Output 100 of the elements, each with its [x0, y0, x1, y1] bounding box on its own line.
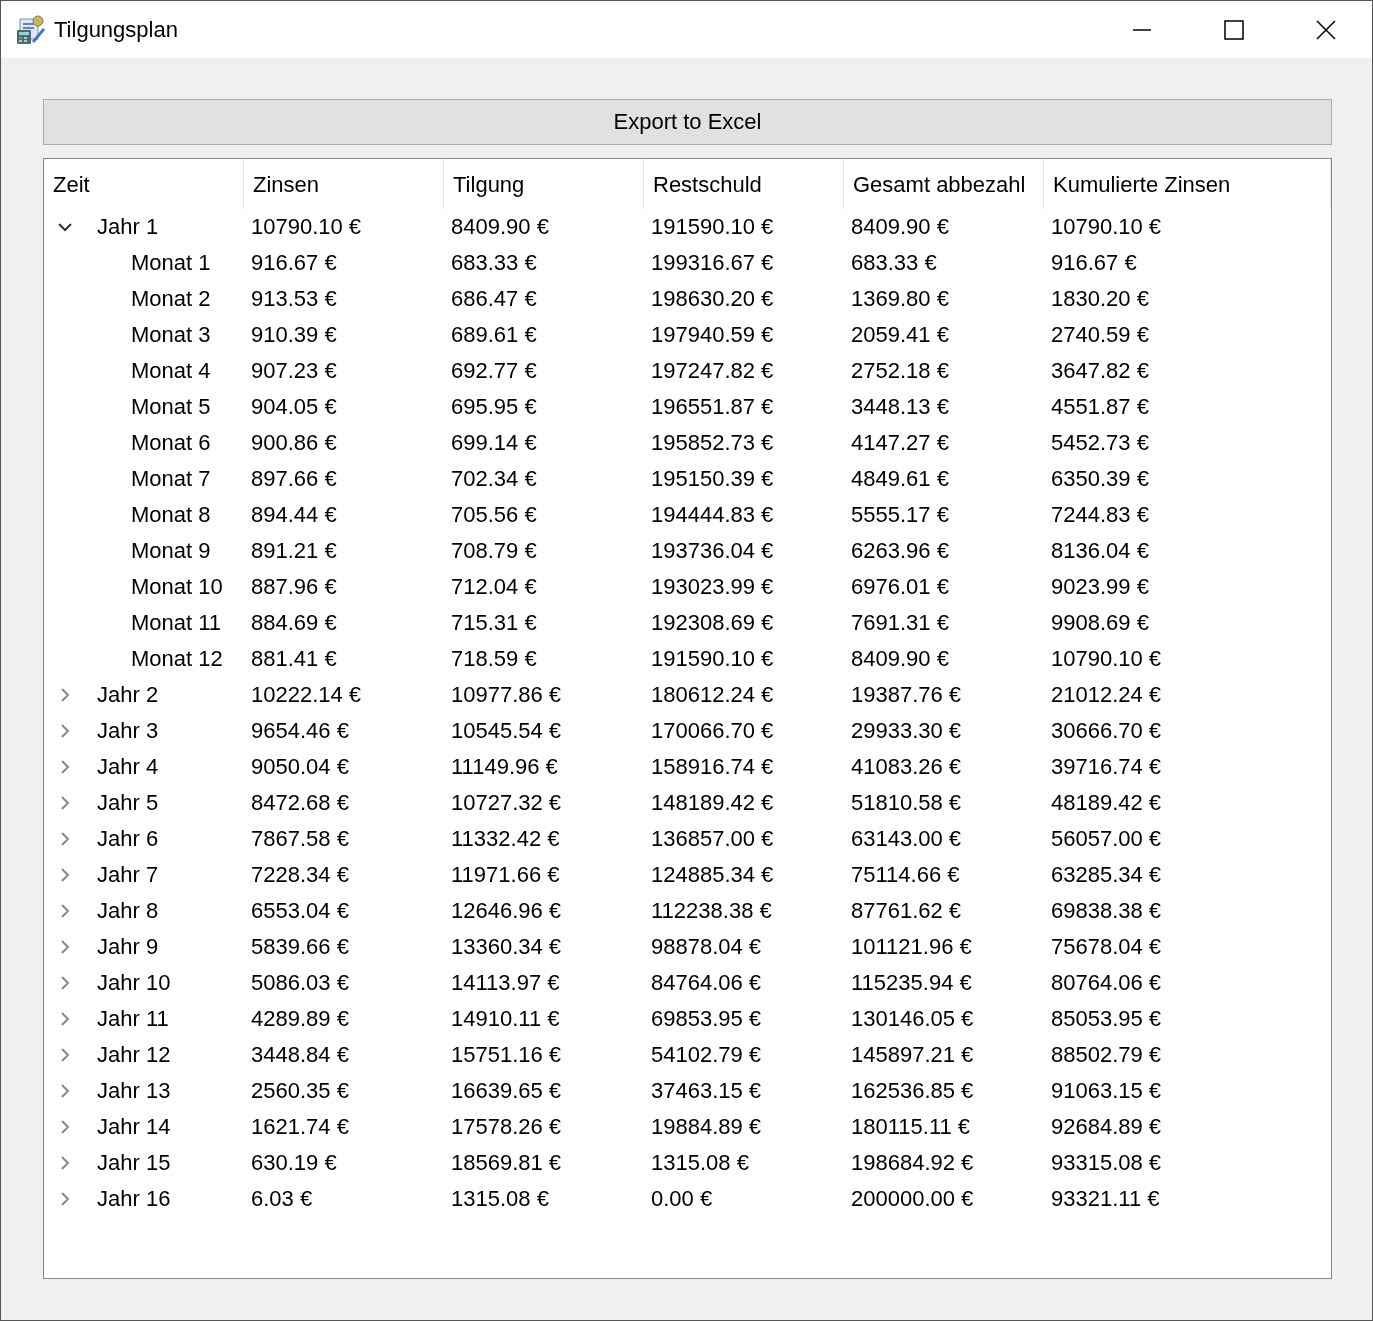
table-cell: 148189.42 € [651, 790, 774, 815]
collapse-chevron-icon[interactable] [58, 220, 72, 234]
year-label: Jahr 5 [97, 790, 159, 816]
column-header[interactable]: Zeit [44, 159, 244, 209]
table-cell: 4849.61 € [851, 466, 949, 491]
expand-chevron-icon[interactable] [58, 940, 72, 954]
table-cell: 158916.74 € [651, 754, 774, 779]
year-label: Jahr 3 [97, 718, 159, 744]
table-cell: 19387.76 € [851, 682, 962, 707]
table-cell: 14113.97 € [451, 970, 560, 995]
table-cell: 1369.80 € [851, 286, 949, 311]
table-cell: 887.96 € [251, 574, 337, 599]
table-cell: 8409.90 € [451, 214, 549, 239]
expand-chevron-icon[interactable] [58, 796, 72, 810]
table-cell: 14910.11 € [451, 1006, 560, 1031]
table-cell: 1315.08 € [651, 1150, 749, 1175]
table-cell: 199316.67 € [651, 250, 774, 275]
table-cell: 904.05 € [251, 394, 337, 419]
table-cell: 683.33 € [451, 250, 537, 275]
expand-chevron-icon[interactable] [58, 904, 72, 918]
year-label: Jahr 16 [97, 1186, 171, 1212]
table-cell: 5452.73 € [1051, 430, 1149, 455]
table-cell: 5839.66 € [251, 934, 349, 959]
table-cell: 5555.17 € [851, 502, 949, 527]
month-label: Monat 7 [131, 466, 211, 492]
expand-chevron-icon[interactable] [58, 868, 72, 882]
table-cell: 6350.39 € [1051, 466, 1149, 491]
table-cell: 180115.11 € [851, 1114, 971, 1139]
table-cell: 692.77 € [451, 358, 537, 383]
column-header[interactable]: Zinsen [244, 159, 444, 209]
table-cell: 10790.10 € [251, 214, 362, 239]
table-cell: 41083.26 € [851, 754, 962, 779]
year-label: Jahr 8 [97, 898, 159, 924]
month-label: Monat 10 [131, 574, 223, 600]
expand-chevron-icon[interactable] [58, 976, 72, 990]
expand-chevron-icon[interactable] [58, 1084, 72, 1098]
table-cell: 197247.82 € [651, 358, 774, 383]
table-cell: 145897.21 € [851, 1042, 974, 1067]
table-cell: 8472.68 € [251, 790, 349, 815]
table-cell: 194444.83 € [651, 502, 774, 527]
table-cell: 88502.79 € [1051, 1042, 1162, 1067]
expand-chevron-icon[interactable] [58, 1192, 72, 1206]
column-header[interactable]: Gesamt abbezahl [844, 159, 1044, 209]
expand-chevron-icon[interactable] [58, 760, 72, 774]
table-cell: 180612.24 € [651, 682, 774, 707]
table-cell: 9023.99 € [1051, 574, 1149, 599]
table-cell: 16639.65 € [451, 1078, 562, 1103]
table-cell: 80764.06 € [1051, 970, 1162, 995]
table-cell: 689.61 € [451, 322, 537, 347]
table-cell: 162536.85 € [851, 1078, 974, 1103]
expand-chevron-icon[interactable] [58, 724, 72, 738]
table-cell: 8409.90 € [851, 646, 949, 671]
calculator-document-icon [16, 14, 46, 45]
table-cell: 2752.18 € [851, 358, 949, 383]
expand-chevron-icon[interactable] [58, 1156, 72, 1170]
table-cell: 1315.08 € [451, 1186, 549, 1211]
month-label: Monat 9 [131, 538, 211, 564]
expand-chevron-icon[interactable] [58, 1048, 72, 1062]
month-label: Monat 2 [131, 286, 211, 312]
maximize-icon [1224, 19, 1244, 40]
table-cell: 197940.59 € [651, 322, 774, 347]
expand-chevron-icon[interactable] [58, 832, 72, 846]
table-cell: 2740.59 € [1051, 322, 1149, 347]
table-cell: 2560.35 € [251, 1078, 349, 1103]
table-cell: 191590.10 € [651, 646, 774, 671]
table-cell: 19884.89 € [651, 1114, 762, 1139]
table-cell: 196551.87 € [651, 394, 774, 419]
table-cell: 3448.13 € [851, 394, 949, 419]
table-cell: 191590.10 € [651, 214, 774, 239]
column-header[interactable]: Kumulierte Zinsen [1044, 159, 1331, 209]
expand-chevron-icon[interactable] [58, 1012, 72, 1026]
table-cell: 12646.96 € [451, 898, 562, 923]
month-label: Monat 1 [131, 250, 211, 276]
table-cell: 916.67 € [1051, 250, 1137, 275]
expand-chevron-icon[interactable] [58, 688, 72, 702]
table-cell: 198630.20 € [651, 286, 774, 311]
table-cell: 195852.73 € [651, 430, 774, 455]
table-cell: 85053.95 € [1051, 1006, 1162, 1031]
table-cell: 881.41 € [251, 646, 337, 671]
table-cell: 87761.62 € [851, 898, 962, 923]
table-cell: 101121.96 € [851, 934, 972, 959]
table-cell: 11149.96 € [451, 754, 558, 779]
table-cell: 10222.14 € [251, 682, 362, 707]
table-cell: 7867.58 € [251, 826, 349, 851]
export-button[interactable]: Export to Excel [43, 99, 1332, 145]
table-cell: 718.59 € [451, 646, 537, 671]
table-cell: 8136.04 € [1051, 538, 1149, 563]
table-cell: 1830.20 € [1051, 286, 1149, 311]
window-title: Tilgungsplan [54, 16, 178, 43]
close-icon [1316, 19, 1336, 40]
table-cell: 10790.10 € [1051, 214, 1162, 239]
year-label: Jahr 6 [97, 826, 159, 852]
table-cell: 10727.32 € [451, 790, 562, 815]
expand-chevron-icon[interactable] [58, 1120, 72, 1134]
year-label: Jahr 1 [97, 214, 159, 240]
table-cell: 21012.24 € [1051, 682, 1162, 707]
column-header[interactable]: Restschuld [644, 159, 844, 209]
column-header[interactable]: Tilgung [444, 159, 644, 209]
table-cell: 17578.26 € [451, 1114, 562, 1139]
month-label: Monat 4 [131, 358, 211, 384]
